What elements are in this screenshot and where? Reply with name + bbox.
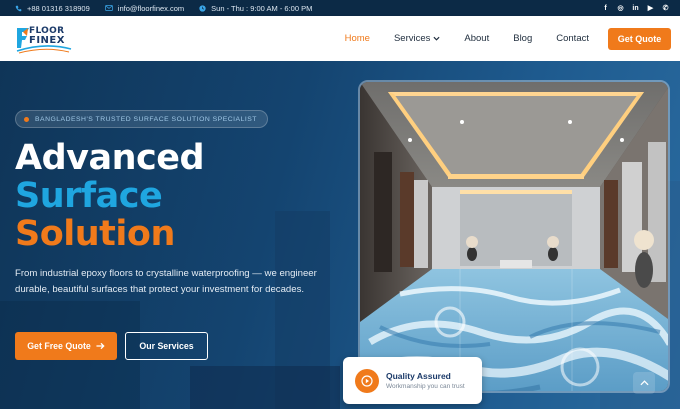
get-free-quote-button[interactable]: Get Free Quote (15, 332, 117, 360)
quality-assured-card: Quality Assured Workmanship you can trus… (343, 357, 482, 404)
email-address: info@floorfinex.com (117, 3, 185, 13)
whatsapp-icon[interactable]: ✆ (661, 4, 670, 13)
play-circle-icon (355, 368, 379, 393)
phone-icon (15, 5, 22, 11)
quality-card-text: Quality Assured Workmanship you can trus… (386, 371, 465, 390)
youtube-icon[interactable]: ▶ (646, 4, 655, 13)
quality-card-subtitle: Workmanship you can trust (386, 383, 465, 390)
hero-description: From industrial epoxy floors to crystall… (15, 268, 317, 295)
phone-contact[interactable]: +88 01316 318909 (15, 4, 90, 13)
nav-home[interactable]: Home (345, 33, 370, 44)
logo-line-1: FLOOR (29, 25, 65, 36)
our-services-button[interactable]: Our Services (125, 332, 208, 360)
hero-title-line-1: Advanced (15, 138, 205, 178)
main-nav: Home Services About Blog Contact Get Quo… (321, 27, 671, 50)
nav-services[interactable]: Services (394, 33, 440, 44)
showroom-floor-image (358, 80, 670, 393)
linkedin-icon[interactable]: in (631, 4, 640, 13)
hours-text: Sun - Thu : 9:00 AM - 6:00 PM (211, 3, 313, 13)
phone-number: +88 01316 318909 (27, 3, 90, 13)
hero-title-line-3: Solution (15, 214, 175, 254)
get-quote-button[interactable]: Get Quote (608, 27, 671, 50)
badge-dot-icon (24, 116, 29, 122)
logo-line-2: FINEX (29, 34, 65, 46)
nav-contact[interactable]: Contact (556, 33, 589, 44)
email-contact[interactable]: info@floorfinex.com (105, 4, 184, 13)
office-hours: Sun - Thu : 9:00 AM - 6:00 PM (199, 4, 312, 13)
instagram-icon[interactable]: ◎ (616, 4, 625, 13)
nav-about[interactable]: About (464, 33, 489, 44)
site-header: FLOOR FINEX Home Services About Blog Con… (0, 16, 680, 61)
badge-text: BANGLADESH'S TRUSTED SURFACE SOLUTION SP… (35, 115, 257, 123)
scroll-to-top-button[interactable] (633, 372, 655, 394)
arrow-right-icon (96, 342, 105, 350)
chevron-up-icon (639, 380, 649, 386)
showroom-illustration (360, 82, 668, 391)
nav-blog[interactable]: Blog (513, 33, 532, 44)
hero-badge: BANGLADESH'S TRUSTED SURFACE SOLUTION SP… (15, 110, 268, 128)
clock-icon (199, 4, 206, 12)
background-building (190, 366, 340, 409)
nav-services-label: Services (393, 33, 431, 44)
hero-title-line-2: Surface (15, 176, 163, 216)
mail-icon (105, 5, 113, 11)
chevron-down-icon (433, 36, 440, 41)
social-links: f ◎ in ▶ ✆ (601, 4, 670, 13)
get-free-quote-label: Get Free Quote (27, 341, 91, 351)
top-info-bar: +88 01316 318909 info@floorfinex.com Sun… (0, 0, 680, 16)
logo-wordmark: FLOOR FINEX (29, 26, 65, 46)
quality-card-title: Quality Assured (386, 371, 451, 381)
hero-section: BANGLADESH'S TRUSTED SURFACE SOLUTION SP… (0, 61, 680, 409)
facebook-icon[interactable]: f (601, 4, 610, 13)
site-logo[interactable]: FLOOR FINEX (15, 22, 75, 56)
